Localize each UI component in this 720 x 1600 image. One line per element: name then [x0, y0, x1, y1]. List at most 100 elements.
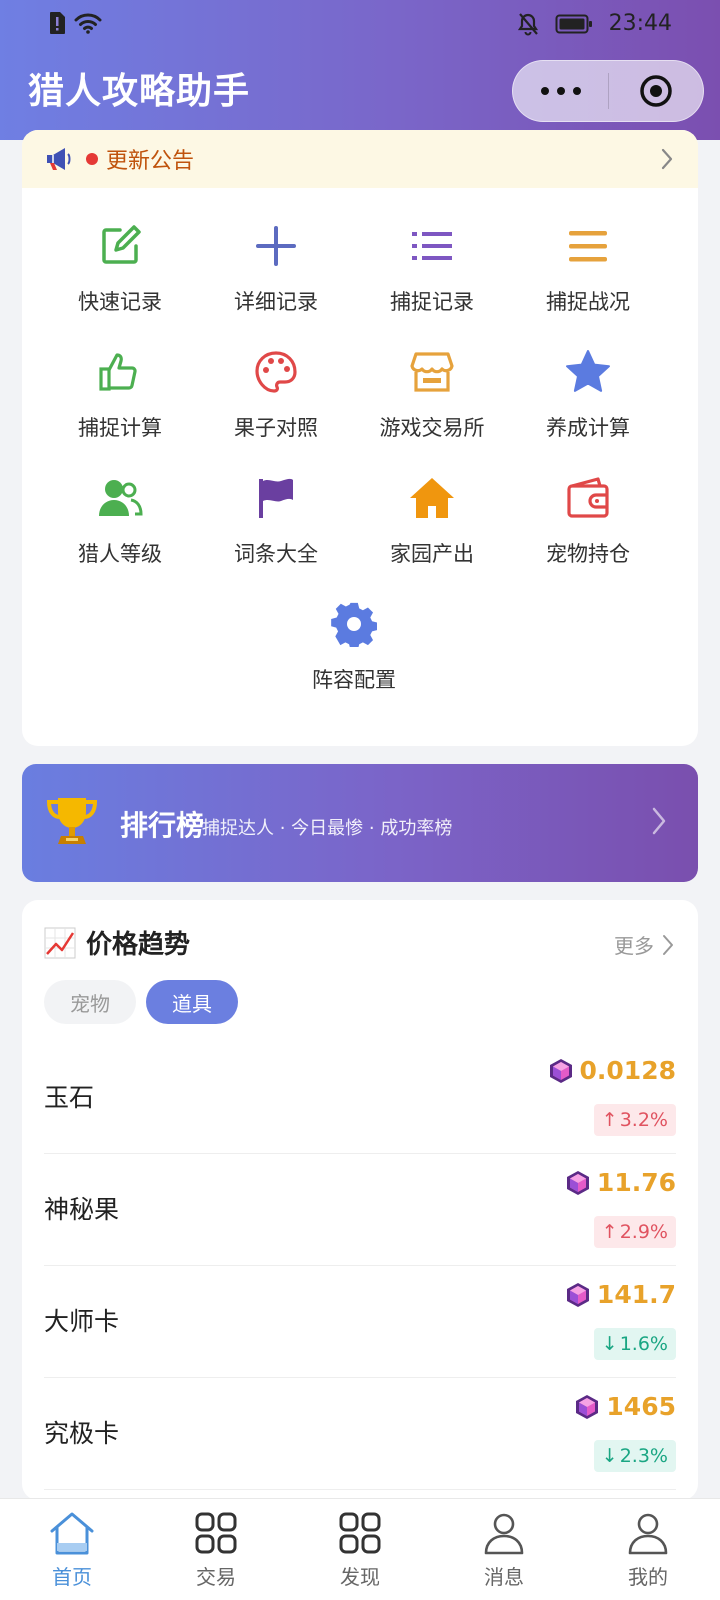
menu-label: 阵容配置 — [312, 668, 396, 692]
home-icon — [410, 478, 454, 518]
tab-home[interactable]: 首页 — [0, 1499, 144, 1600]
gem-icon — [549, 1058, 572, 1083]
status-bar: 23:44 — [0, 0, 720, 48]
tab-discover[interactable]: 发现 — [288, 1499, 432, 1600]
menu-label: 捕捉计算 — [78, 416, 162, 440]
price-value: 1465 — [606, 1392, 676, 1421]
price-change-badge: ↓ 2.3% — [593, 1440, 676, 1472]
menu-item-capture-record[interactable]: 捕捉记录 — [352, 222, 512, 332]
menu-item-detail-record[interactable]: 详细记录 — [196, 222, 356, 332]
gem-icon — [566, 1170, 589, 1195]
menu-label: 宠物持仓 — [546, 542, 630, 566]
trophy-icon — [46, 798, 98, 844]
app-title: 猎人攻略助手 — [28, 71, 251, 112]
thumbs-up-icon — [99, 353, 137, 391]
close-miniprogram-button[interactable] — [609, 61, 703, 121]
menu-item-quick-record[interactable]: 快速记录 — [40, 222, 200, 332]
record-circle-icon — [640, 75, 672, 107]
ranking-title: 排行榜 — [120, 809, 205, 842]
menu-item-affix-list[interactable]: 词条大全 — [196, 474, 356, 584]
menu-item-game-exchange[interactable]: 游戏交易所 — [352, 348, 512, 458]
menu-item-capture-calc[interactable]: 捕捉计算 — [40, 348, 200, 458]
star-icon — [566, 350, 610, 392]
tab-trade[interactable]: 交易 — [144, 1499, 288, 1600]
menu-label: 快速记录 — [78, 290, 162, 314]
price-change-badge: ↑ 2.9% — [593, 1216, 676, 1248]
more-options-button[interactable] — [513, 61, 608, 121]
battery-icon — [555, 14, 592, 33]
wifi-icon — [74, 13, 102, 34]
gem-icon — [576, 1394, 599, 1419]
price-value: 141.7 — [596, 1280, 676, 1309]
megaphone-icon — [47, 148, 71, 170]
menu-label: 词条大全 — [234, 542, 318, 566]
users-icon — [99, 480, 143, 516]
tab-items[interactable]: 道具 — [146, 980, 238, 1024]
tab-messages[interactable]: 消息 — [432, 1499, 576, 1600]
menu-label: 捕捉记录 — [390, 290, 474, 314]
more-link[interactable]: 更多 — [614, 930, 674, 959]
chevron-right-icon — [663, 934, 673, 955]
change-value: 2.9% — [619, 1221, 668, 1243]
item-name: 玉石 — [44, 1083, 95, 1112]
menu-label: 家园产出 — [390, 542, 474, 566]
mute-bell-icon — [517, 12, 538, 35]
arrow-up-icon: ↑ — [601, 1221, 618, 1243]
price-trend-card: 价格趋势 更多 宠物 道具 玉石 0.0128 ↑3.2% 神秘果 11.76 — [22, 900, 698, 1500]
tab-label: 我的 — [628, 1565, 668, 1589]
mini-program-capsule — [512, 60, 704, 122]
home-outline-icon — [50, 1512, 94, 1555]
menu-item-lineup-config[interactable]: 阵容配置 — [274, 600, 434, 710]
arrow-down-icon: ↓ — [601, 1445, 618, 1467]
tab-pets[interactable]: 宠物 — [44, 980, 136, 1024]
menu-card: 更新公告 快速记录 详细记录 捕捉记录 捕捉战况 捕捉计算 果子对照 游戏交易所… — [22, 130, 698, 746]
arrow-up-icon: ↑ — [601, 1109, 618, 1131]
menu-item-pet-holdings[interactable]: 宠物持仓 — [508, 474, 668, 584]
menu-label: 游戏交易所 — [379, 416, 485, 440]
gear-icon — [331, 602, 377, 647]
edit-icon — [102, 225, 141, 264]
price-value: 0.0128 — [579, 1056, 676, 1085]
change-value: 1.6% — [619, 1333, 668, 1355]
flag-icon — [259, 478, 293, 518]
price-row[interactable]: 究极卡 1465 ↓ 2.3% — [44, 1378, 676, 1490]
item-price: 0.0128 — [548, 1056, 676, 1085]
user-icon — [484, 1513, 524, 1555]
tab-label: 发现 — [340, 1565, 380, 1589]
menu-item-fruit-compare[interactable]: 果子对照 — [196, 348, 356, 458]
menu-item-growth-calc[interactable]: 养成计算 — [508, 348, 668, 458]
ranking-banner[interactable]: 排行榜 捕捉达人 · 今日最惨 · 成功率榜 — [22, 764, 698, 882]
menu-label: 详细记录 — [234, 290, 318, 314]
wallet-icon — [567, 477, 609, 518]
store-icon — [410, 352, 454, 392]
notice-text: 更新公告 — [106, 149, 195, 174]
chart-increasing-icon — [44, 927, 76, 958]
change-value: 3.2% — [619, 1109, 668, 1131]
gem-icon — [566, 1282, 589, 1307]
clock: 23:44 — [608, 11, 672, 36]
notice-bar[interactable]: 更新公告 — [22, 130, 698, 188]
menu-item-hunter-level[interactable]: 猎人等级 — [40, 474, 200, 584]
bottom-tab-bar: 首页 交易 发现 消息 我的 — [0, 1498, 720, 1600]
plus-icon — [256, 226, 296, 266]
menu-item-home-output[interactable]: 家园产出 — [352, 474, 512, 584]
user-icon — [628, 1513, 668, 1555]
arrow-down-icon: ↓ — [601, 1333, 618, 1355]
price-row[interactable]: 玉石 0.0128 ↑ 3.2% — [44, 1042, 676, 1154]
item-name: 大师卡 — [44, 1307, 120, 1336]
chevron-right-icon — [661, 148, 673, 170]
price-value: 11.76 — [596, 1168, 676, 1197]
price-change-badge: ↓ 1.6% — [593, 1328, 676, 1360]
tab-profile[interactable]: 我的 — [576, 1499, 720, 1600]
item-price: 1465 — [574, 1392, 676, 1421]
price-row[interactable]: 大师卡 141.7 ↓ 1.6% — [44, 1266, 676, 1378]
tab-label: 首页 — [52, 1565, 92, 1589]
price-row[interactable]: 神秘果 11.76 ↑ 2.9% — [44, 1154, 676, 1266]
item-name: 神秘果 — [44, 1195, 120, 1224]
menu-icon — [569, 231, 607, 262]
menu-item-capture-status[interactable]: 捕捉战况 — [508, 222, 668, 332]
price-trend-title: 价格趋势 — [86, 930, 191, 960]
item-price: 11.76 — [565, 1168, 676, 1197]
tab-label: 消息 — [484, 1565, 524, 1589]
chevron-right-icon — [652, 807, 666, 835]
